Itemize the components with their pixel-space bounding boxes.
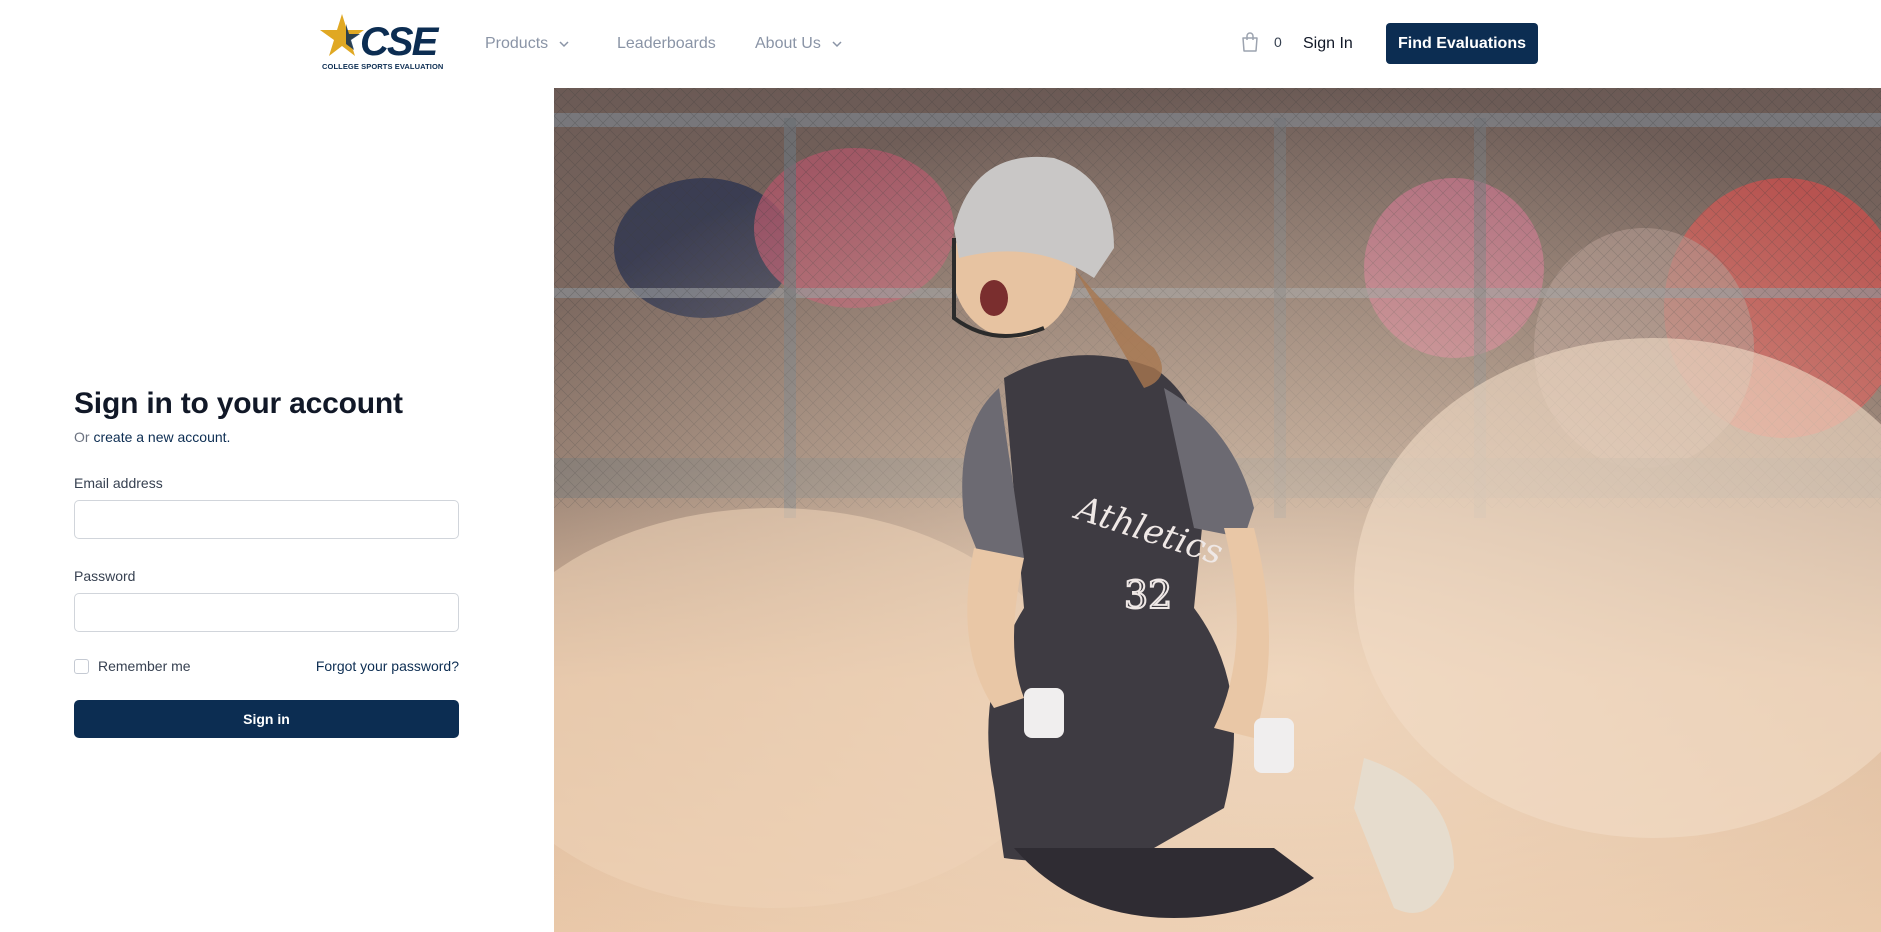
cart-button[interactable]: 0 (1240, 31, 1282, 53)
page-title: Sign in to your account (74, 387, 403, 420)
softball-player-image: Athletics 32 (554, 88, 1881, 932)
cart-count: 0 (1274, 34, 1282, 50)
logo-wordmark: CSE (360, 20, 438, 64)
forgot-password-link[interactable]: Forgot your password? (316, 658, 459, 674)
jersey-number: 32 (1124, 573, 1172, 617)
password-field[interactable] (74, 593, 459, 632)
nav-about-label: About Us (755, 35, 821, 52)
email-label: Email address (74, 475, 163, 491)
chevron-down-icon (559, 41, 569, 48)
chevron-down-icon (832, 41, 842, 48)
hero-photo: Athletics 32 (554, 88, 1881, 932)
create-account-link[interactable]: create a new account. (93, 429, 230, 445)
site-header: CSE COLLEGE SPORTS EVALUATION Products L… (0, 0, 1881, 88)
sign-in-form: Sign in to your account Or create a new … (74, 386, 459, 738)
cse-logo[interactable]: CSE COLLEGE SPORTS EVALUATION (320, 14, 446, 74)
subtitle: Or create a new account. (74, 428, 459, 446)
header-sign-in-link[interactable]: Sign In (1303, 34, 1353, 54)
sign-in-button[interactable]: Sign in (74, 700, 459, 738)
logo-tagline: COLLEGE SPORTS EVALUATION (322, 62, 444, 71)
nav-products-label: Products (485, 35, 549, 52)
remember-label: Remember me (98, 658, 191, 674)
nav-leaderboards[interactable]: Leaderboards (617, 34, 716, 54)
remember-me[interactable]: Remember me (74, 658, 191, 674)
email-field[interactable] (74, 500, 459, 539)
nav-products[interactable]: Products (485, 34, 570, 54)
subtitle-prefix: Or (74, 429, 94, 445)
remember-checkbox[interactable] (74, 658, 89, 674)
nav-leaderboards-label: Leaderboards (617, 35, 716, 52)
shopping-bag-icon (1242, 32, 1258, 52)
find-evaluations-button[interactable]: Find Evaluations (1386, 23, 1538, 64)
nav-about-us[interactable]: About Us (755, 34, 843, 54)
form-options-row: Remember me Forgot your password? (74, 658, 459, 674)
password-label: Password (74, 568, 136, 584)
